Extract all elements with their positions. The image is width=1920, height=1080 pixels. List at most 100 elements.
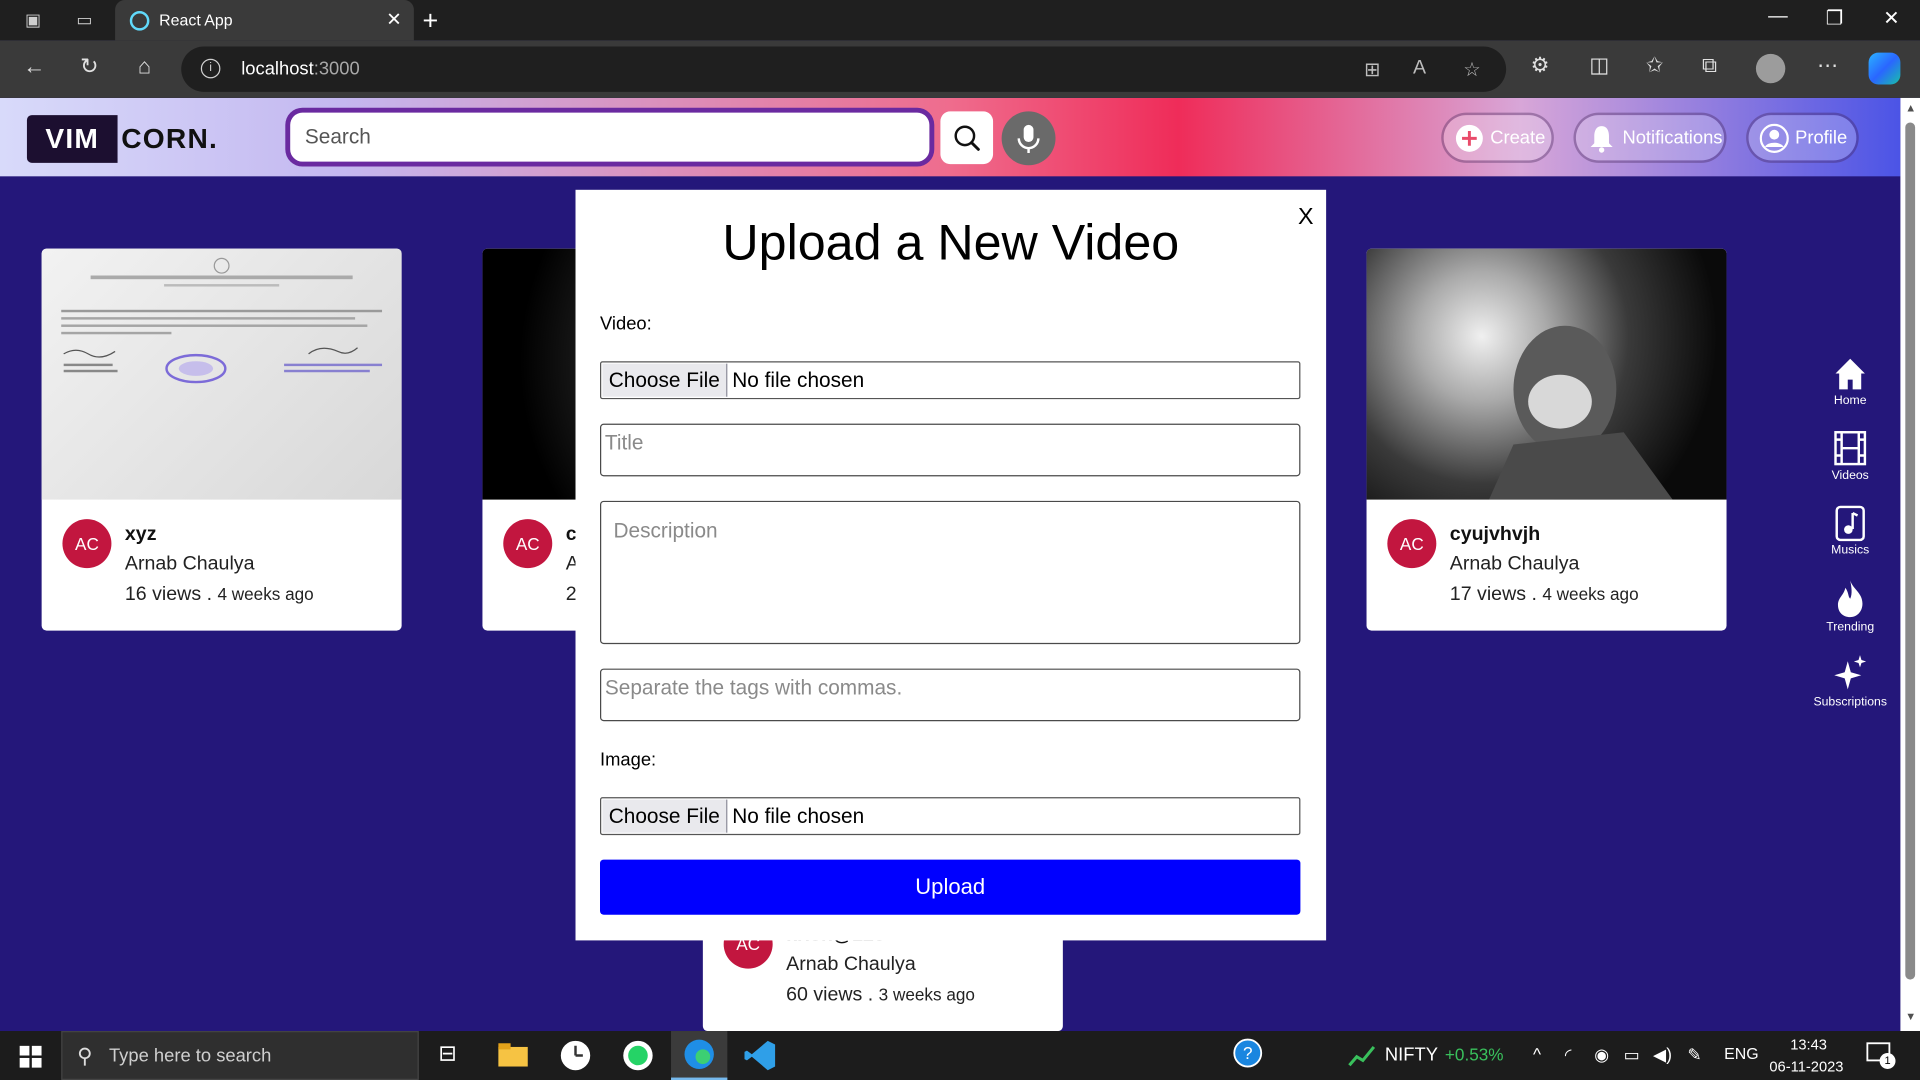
- profile-label: Profile: [1795, 127, 1848, 149]
- upload-button[interactable]: Upload: [600, 859, 1301, 915]
- fire-icon: [1837, 580, 1863, 618]
- stock-name[interactable]: NIFTY: [1385, 1044, 1438, 1065]
- site-info-icon[interactable]: i: [200, 58, 221, 79]
- video-thumbnail[interactable]: [41, 248, 402, 500]
- music-note-icon: [1835, 505, 1865, 542]
- clock-date[interactable]: 06-11-2023: [1769, 1058, 1843, 1075]
- create-button[interactable]: Create: [1443, 115, 1552, 161]
- choose-image-file-button[interactable]: Choose File: [602, 799, 728, 833]
- tray-expand-icon[interactable]: ^: [1533, 1044, 1541, 1064]
- video-field-label: Video:: [600, 313, 652, 335]
- video-title[interactable]: cyujvhvjh: [1450, 524, 1540, 546]
- title-input[interactable]: Title: [600, 423, 1301, 477]
- clock-time[interactable]: 13:43: [1790, 1036, 1827, 1053]
- windows-taskbar: ⚲ Type here to search ⊟ ? NIFTY +0.53% ^…: [0, 1031, 1920, 1080]
- video-file-input[interactable]: Choose File No file chosen: [600, 361, 1301, 400]
- scroll-up-icon[interactable]: ▲: [1905, 102, 1916, 114]
- search-input[interactable]: [290, 112, 930, 162]
- notifications-button[interactable]: Notifications: [1575, 115, 1725, 161]
- edge-browser-icon[interactable]: [671, 1031, 728, 1080]
- restore-icon[interactable]: ❐: [1826, 6, 1844, 30]
- sidebar-item-videos[interactable]: Videos: [1807, 430, 1893, 482]
- sidebar-item-home[interactable]: Home: [1807, 355, 1893, 408]
- choose-video-file-button[interactable]: Choose File: [602, 363, 728, 397]
- extensions-icon[interactable]: ⚙: [1531, 54, 1550, 78]
- file-explorer-icon[interactable]: [495, 1037, 532, 1074]
- meet-now-icon[interactable]: ◉: [1594, 1044, 1609, 1065]
- sparkles-icon: [1834, 655, 1867, 690]
- logo-corn[interactable]: CORN.: [121, 122, 218, 155]
- taskbar-search[interactable]: ⚲ Type here to search: [61, 1031, 419, 1080]
- profile-button[interactable]: Profile: [1748, 115, 1857, 161]
- help-icon[interactable]: ?: [1232, 1037, 1269, 1074]
- split-screen-icon[interactable]: ◫: [1589, 54, 1609, 78]
- copilot-icon[interactable]: [1868, 52, 1901, 85]
- channel-avatar[interactable]: AC: [62, 519, 112, 569]
- search-icon: ⚲: [77, 1044, 93, 1068]
- pen-icon[interactable]: ✎: [1687, 1044, 1701, 1065]
- scroll-down-icon[interactable]: ▼: [1905, 1010, 1916, 1022]
- tab-actions-icon[interactable]: ▭: [73, 9, 95, 31]
- new-tab-icon[interactable]: +: [422, 5, 438, 37]
- photo-thumbnail-image: [1488, 325, 1673, 500]
- windows-start-icon[interactable]: [19, 1045, 42, 1068]
- tab-close-icon[interactable]: ✕: [386, 9, 401, 31]
- home-browser-icon[interactable]: ⌂: [130, 54, 159, 80]
- favorites-icon[interactable]: ✩: [1646, 54, 1663, 78]
- modal-title: Upload a New Video: [722, 214, 1180, 271]
- sidebar-item-musics[interactable]: Musics: [1807, 504, 1893, 557]
- more-menu-icon[interactable]: ⋯: [1817, 54, 1838, 78]
- battery-icon[interactable]: ▭: [1624, 1044, 1640, 1065]
- channel-avatar[interactable]: AC: [503, 519, 553, 569]
- sidebar-item-subscriptions[interactable]: Subscriptions: [1807, 654, 1893, 709]
- task-view-icon[interactable]: ⊟: [438, 1041, 456, 1067]
- refresh-icon[interactable]: ↻: [75, 54, 104, 80]
- channel-name[interactable]: Arnab Chaulya: [1450, 553, 1580, 575]
- notification-center-button[interactable]: 1: [1866, 1042, 1896, 1069]
- image-file-status: No file chosen: [732, 804, 865, 828]
- image-file-input[interactable]: Choose File No file chosen: [600, 797, 1301, 836]
- favorite-star-icon[interactable]: ☆: [1463, 58, 1481, 82]
- collections-icon[interactable]: ⧉: [1702, 54, 1717, 78]
- window-close-icon[interactable]: ✕: [1883, 6, 1899, 30]
- channel-name[interactable]: Arnab Chaulya: [786, 954, 916, 976]
- video-card[interactable]: AC xyz Arnab Chaulya 16 views . 4 weeks …: [41, 248, 402, 631]
- language-indicator[interactable]: ENG: [1724, 1044, 1758, 1062]
- stock-chart-icon: [1348, 1045, 1376, 1067]
- browser-tab-bar: ▣ ▭ React App ✕ + — ❐ ✕: [0, 0, 1920, 41]
- whatsapp-icon[interactable]: [620, 1037, 657, 1074]
- channel-avatar[interactable]: AC: [1387, 519, 1437, 569]
- logo-vim[interactable]: VIM: [26, 115, 118, 163]
- video-card[interactable]: AC cyujvhvjh Arnab Chaulya 17 views . 4 …: [1366, 248, 1727, 631]
- clock-app-icon[interactable]: [557, 1037, 594, 1074]
- description-textarea[interactable]: Description: [600, 500, 1301, 645]
- network-icon[interactable]: ◜: [1565, 1044, 1572, 1065]
- channel-name[interactable]: Arnab Chaulya: [125, 553, 255, 575]
- vscode-icon[interactable]: [742, 1037, 779, 1074]
- browser-tab[interactable]: React App ✕: [115, 0, 414, 41]
- film-icon: [1834, 431, 1867, 466]
- browser-profile-icon[interactable]: [1755, 53, 1786, 84]
- workspaces-icon[interactable]: ▣: [22, 9, 44, 31]
- video-title[interactable]: xyz: [125, 524, 157, 546]
- user-circle-icon: [1759, 123, 1789, 153]
- tags-input[interactable]: Separate the tags with commas.: [600, 668, 1301, 722]
- video-file-status: No file chosen: [732, 368, 865, 392]
- document-thumbnail-image: [61, 257, 383, 384]
- bell-icon: [1590, 126, 1613, 153]
- url-field[interactable]: i localhost:3000 ⊞ A ☆: [181, 46, 1507, 92]
- video-thumbnail[interactable]: [1366, 248, 1727, 500]
- minimize-icon[interactable]: —: [1768, 6, 1788, 28]
- scroll-thumb[interactable]: [1905, 122, 1916, 980]
- video-meta: 60 views . 3 weeks ago: [786, 984, 975, 1006]
- read-aloud-icon[interactable]: A: [1413, 58, 1426, 80]
- back-icon[interactable]: ←: [20, 54, 49, 80]
- voice-search-button[interactable]: [1001, 111, 1056, 166]
- sidebar-item-trending[interactable]: Trending: [1807, 579, 1893, 634]
- home-icon: [1835, 358, 1865, 390]
- video-meta: 17 views . 4 weeks ago: [1449, 584, 1639, 605]
- volume-icon[interactable]: ◀): [1653, 1044, 1672, 1065]
- page-scrollbar[interactable]: ▲ ▼: [1900, 97, 1920, 1032]
- app-available-icon[interactable]: ⊞: [1364, 58, 1380, 82]
- search-button[interactable]: [940, 111, 994, 165]
